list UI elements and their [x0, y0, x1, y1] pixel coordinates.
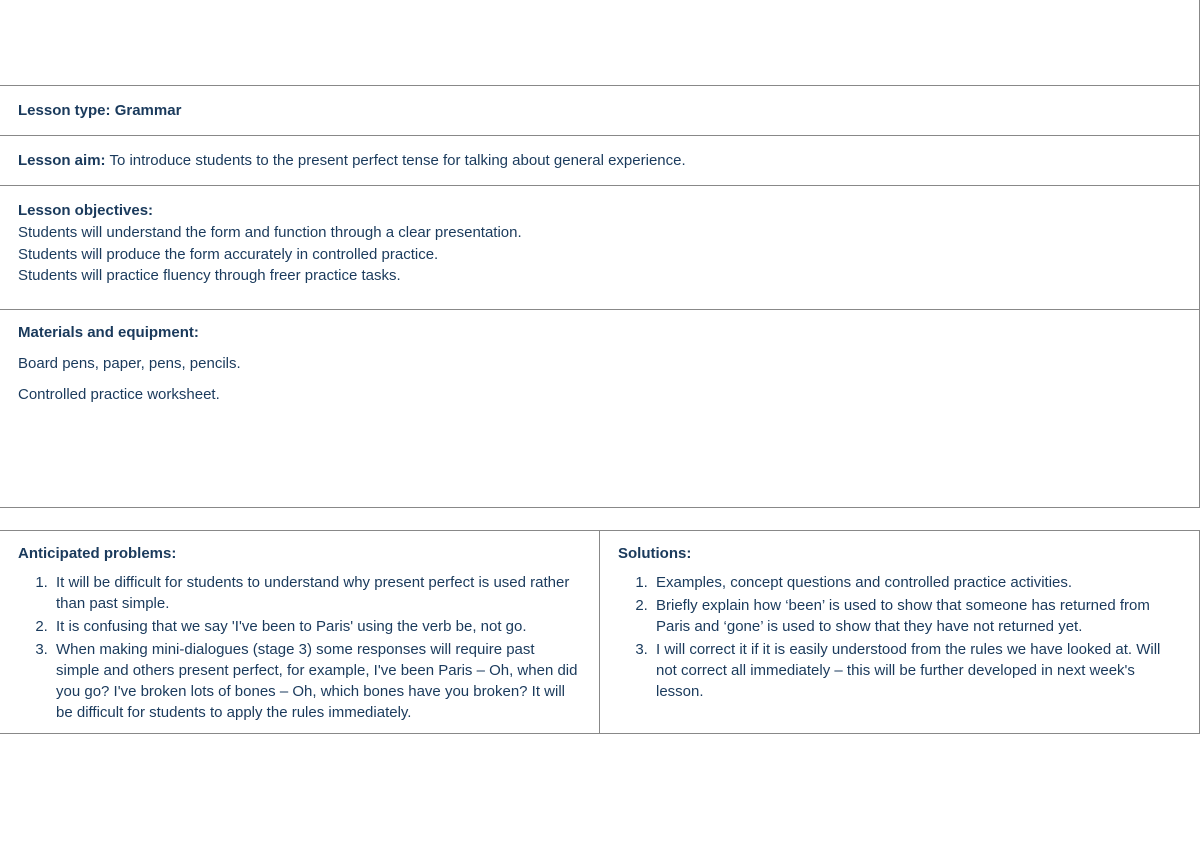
- anticipated-problems-label: Anticipated problems:: [18, 545, 581, 562]
- list-item: It is confusing that we say 'I've been t…: [52, 616, 581, 637]
- blank-header-row: [0, 0, 1200, 85]
- list-item: I will correct it if it is easily unders…: [652, 639, 1181, 702]
- lesson-type-value: Grammar: [115, 102, 182, 119]
- materials-line: Board pens, paper, pens, pencils.: [18, 355, 1181, 372]
- materials-row: Materials and equipment: Board pens, pap…: [0, 309, 1200, 508]
- list-item: It will be difficult for students to und…: [52, 572, 581, 614]
- lesson-aim-value: To introduce students to the present per…: [109, 152, 685, 169]
- materials-line: Controlled practice worksheet.: [18, 386, 1181, 403]
- anticipated-problems-cell: Anticipated problems: It will be difficu…: [0, 530, 600, 733]
- lesson-objectives-label: Lesson objectives:: [18, 200, 1181, 222]
- solutions-label: Solutions:: [618, 545, 1181, 562]
- list-item: Briefly explain how ‘been’ is used to sh…: [652, 595, 1181, 637]
- problems-solutions-row: Anticipated problems: It will be difficu…: [0, 530, 1200, 734]
- objective-line: Students will practice fluency through f…: [18, 265, 1181, 287]
- solutions-cell: Solutions: Examples, concept questions a…: [600, 530, 1199, 733]
- lesson-type-label: Lesson type:: [18, 102, 111, 119]
- lesson-type-row: Lesson type: Grammar: [0, 85, 1200, 135]
- lesson-aim-row: Lesson aim: To introduce students to the…: [0, 135, 1200, 185]
- list-item: Examples, concept questions and controll…: [652, 572, 1181, 593]
- materials-label: Materials and equipment:: [18, 324, 1181, 341]
- lesson-objectives-row: Lesson objectives: Students will underst…: [0, 185, 1200, 309]
- objective-line: Students will understand the form and fu…: [18, 222, 1181, 244]
- solution-list: Examples, concept questions and controll…: [618, 572, 1181, 702]
- problem-list: It will be difficult for students to und…: [18, 572, 581, 723]
- lesson-aim-label: Lesson aim:: [18, 152, 106, 169]
- list-item: When making mini-dialogues (stage 3) som…: [52, 639, 581, 723]
- objective-line: Students will produce the form accuratel…: [18, 244, 1181, 266]
